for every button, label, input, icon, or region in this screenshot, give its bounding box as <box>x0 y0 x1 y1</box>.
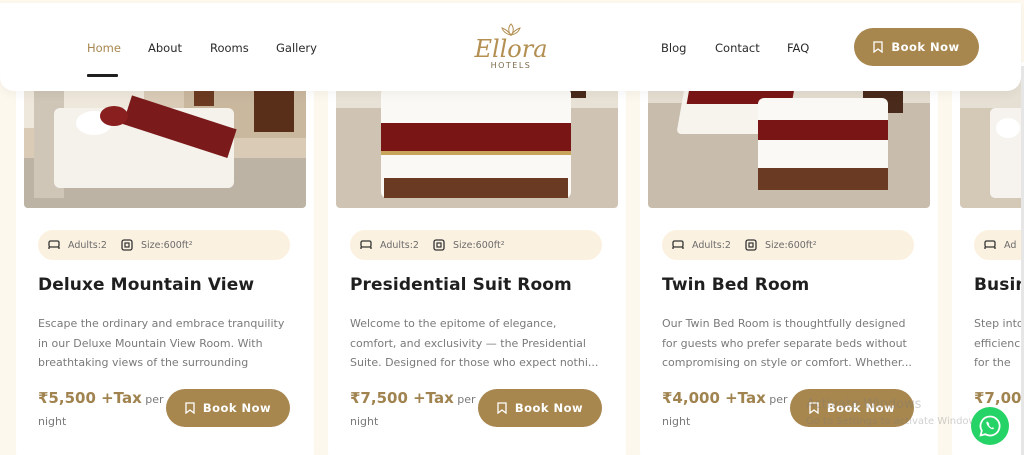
room-price: ₹7,500 +Tax per night <box>350 387 480 433</box>
size-label: Size:600ft² <box>140 239 193 251</box>
watermark-line-1: Activate Windows <box>806 397 922 412</box>
logo-wordmark: Ellora <box>474 35 548 63</box>
room-title: Twin Bed Room <box>662 275 810 295</box>
book-now-label: Book Now <box>514 401 584 415</box>
price-amount: ₹5,500 +Tax <box>38 389 142 407</box>
adults-label: Ad <box>1004 239 1017 251</box>
size-icon <box>745 239 757 251</box>
room-meta: Adults:2 Size:600ft² <box>38 230 290 260</box>
bed-icon <box>360 240 372 249</box>
room-card: Adults:2 Size:600ft² Deluxe Mountain Vie… <box>16 62 314 455</box>
nav-faq[interactable]: FAQ <box>787 41 809 55</box>
top-navbar: Home About Rooms Gallery Ellora HOTELS B… <box>0 3 1021 91</box>
room-description: Our Twin Bed Room is thoughtfully design… <box>662 317 912 369</box>
room-card: Adults:2 Size:600ft² Presidential Suit R… <box>328 62 626 455</box>
bookmark-icon <box>185 402 195 414</box>
nav-book-now-button[interactable]: Book Now <box>854 28 979 66</box>
room-meta: Adults:2 Size:600ft² <box>350 230 602 260</box>
nav-rooms[interactable]: Rooms <box>210 41 249 55</box>
adults-label: Adults:2 <box>692 239 731 251</box>
nav-book-now-label: Book Now <box>891 40 960 54</box>
whatsapp-button[interactable] <box>971 407 1009 445</box>
bed-icon <box>984 240 996 249</box>
nav-contact[interactable]: Contact <box>715 41 760 55</box>
room-meta: Ad <box>974 230 1024 260</box>
size-icon <box>433 239 445 251</box>
adults-label: Adults:2 <box>68 239 107 251</box>
whatsapp-icon <box>979 415 1001 437</box>
price-amount: ₹7,500 +Tax <box>350 389 454 407</box>
room-description: Step into efficienc for the m <box>974 317 1024 369</box>
room-description: Escape the ordinary and embrace tranquil… <box>38 317 285 369</box>
bookmark-icon <box>873 41 883 53</box>
nav-home[interactable]: Home <box>87 41 121 55</box>
nav-active-underline <box>87 74 118 77</box>
room-title: Busin <box>974 275 1024 295</box>
room-price: ₹5,500 +Tax per night <box>38 387 168 433</box>
nav-about[interactable]: About <box>148 41 182 55</box>
book-now-button[interactable]: Book Now <box>166 389 290 427</box>
activate-windows-watermark: Activate Windows Go to Settings to activ… <box>806 397 985 427</box>
bed-icon <box>48 240 60 249</box>
room-description: Welcome to the epitome of elegance, comf… <box>350 317 599 369</box>
watermark-line-2: Go to Settings to activate Windows. <box>806 416 986 427</box>
book-now-label: Book Now <box>202 401 272 415</box>
size-label: Size:600ft² <box>452 239 505 251</box>
adults-label: Adults:2 <box>380 239 419 251</box>
ellora-logo[interactable]: Ellora HOTELS <box>466 23 556 75</box>
bookmark-icon <box>497 402 507 414</box>
nav-gallery[interactable]: Gallery <box>276 41 317 55</box>
bed-icon <box>672 240 684 249</box>
book-now-button[interactable]: Book Now <box>478 389 602 427</box>
size-label: Size:600ft² <box>764 239 817 251</box>
nav-blog[interactable]: Blog <box>661 41 686 55</box>
room-title: Deluxe Mountain View <box>38 275 255 295</box>
room-price: ₹4,000 +Tax per night <box>662 387 792 433</box>
price-amount: ₹4,000 +Tax <box>662 389 766 407</box>
room-meta: Adults:2 Size:600ft² <box>662 230 914 260</box>
size-icon <box>121 239 133 251</box>
logo-subtitle: HOTELS <box>490 61 532 70</box>
room-title: Presidential Suit Room <box>350 275 572 295</box>
